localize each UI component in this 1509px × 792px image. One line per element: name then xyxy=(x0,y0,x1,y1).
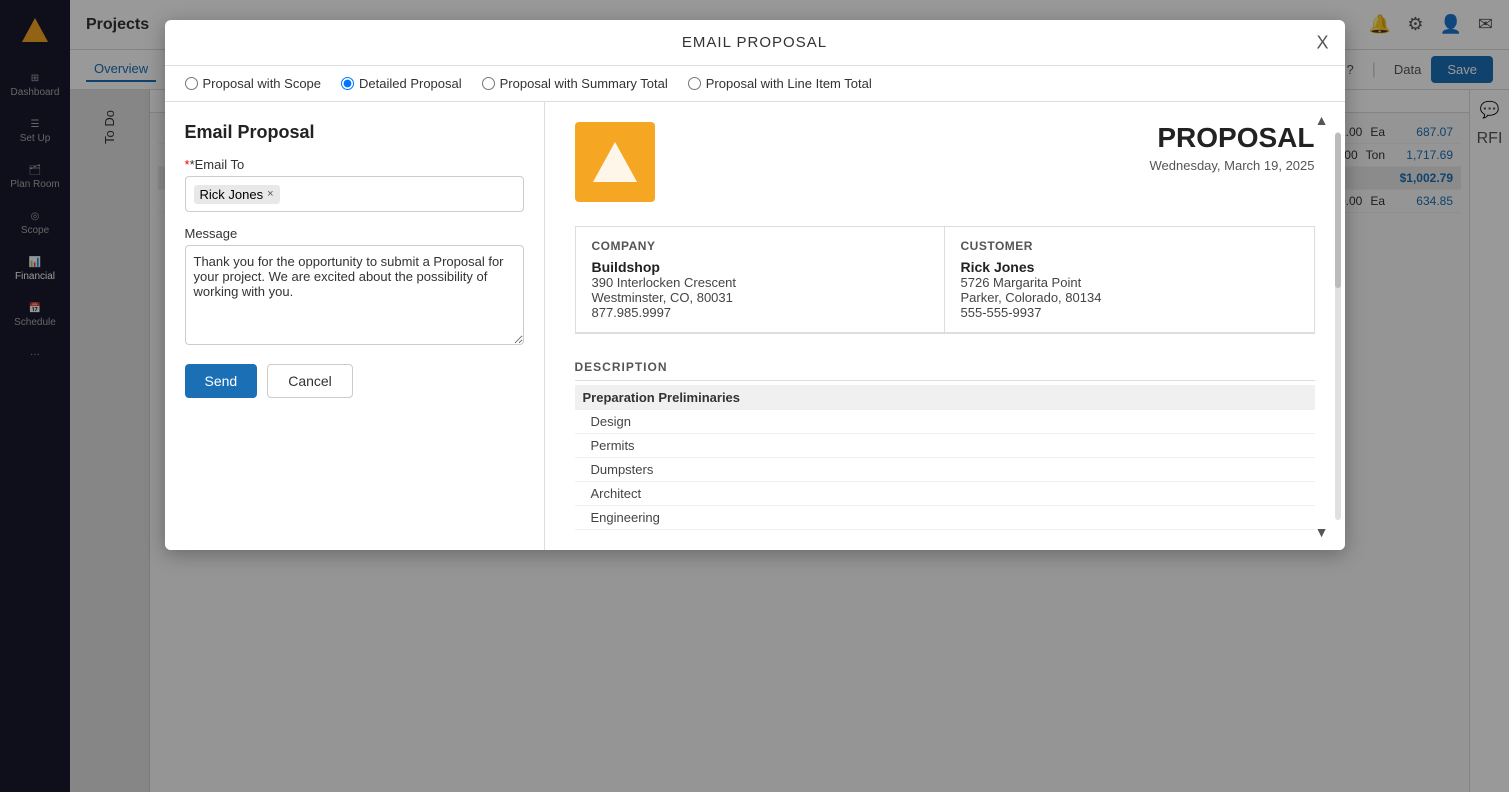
desc-item-design: Design xyxy=(575,410,1315,434)
proposal-title-block: PROPOSAL Wednesday, March 19, 2025 xyxy=(1149,122,1314,173)
email-tag: Rick Jones × xyxy=(194,185,280,204)
proposal-date: Wednesday, March 19, 2025 xyxy=(1149,158,1314,173)
radio-summary-total[interactable]: Proposal with Summary Total xyxy=(482,76,668,91)
desc-item-permits: Permits xyxy=(575,434,1315,458)
customer-label: CUSTOMER xyxy=(961,239,1298,253)
scrollbar-track xyxy=(1335,132,1341,520)
company-label: COMPANY xyxy=(592,239,928,253)
radio-label: Proposal with Line Item Total xyxy=(706,76,872,91)
customer-addr1: 5726 Margarita Point xyxy=(961,275,1298,290)
company-addr1: 390 Interlocken Crescent xyxy=(592,275,928,290)
form-title: Email Proposal xyxy=(185,122,524,143)
company-logo xyxy=(575,122,655,202)
proposal-preview: ▲ ▼ PROPOSAL Wednesday, March 19, 20 xyxy=(545,102,1345,550)
radio-detailed-proposal[interactable]: Detailed Proposal xyxy=(341,76,462,91)
modal-header: EMAIL PROPOSAL X xyxy=(165,20,1345,66)
proposal-big-title: PROPOSAL xyxy=(1149,122,1314,154)
logo-svg xyxy=(590,137,640,187)
email-proposal-modal: EMAIL PROPOSAL X Proposal with Scope Det… xyxy=(165,20,1345,550)
customer-name: Rick Jones xyxy=(961,259,1298,275)
company-name: Buildshop xyxy=(592,259,928,275)
scroll-up-button[interactable]: ▲ xyxy=(1315,112,1329,128)
email-tag-remove[interactable]: × xyxy=(267,188,273,200)
radio-proposal-scope[interactable]: Proposal with Scope xyxy=(185,76,322,91)
customer-addr2: Parker, Colorado, 80134 xyxy=(961,290,1298,305)
company-addr2: Westminster, CO, 80031 xyxy=(592,290,928,305)
email-input[interactable]: Rick Jones × xyxy=(185,176,524,212)
radio-line-item-total[interactable]: Proposal with Line Item Total xyxy=(688,76,872,91)
email-tag-name: Rick Jones xyxy=(200,187,264,202)
email-to-field-wrap: **Email To Rick Jones × xyxy=(185,157,524,212)
radio-label: Detailed Proposal xyxy=(359,76,462,91)
scrollbar-thumb xyxy=(1335,133,1341,288)
scroll-down-button[interactable]: ▼ xyxy=(1315,524,1329,540)
email-to-label: **Email To xyxy=(185,157,524,172)
radio-label: Proposal with Summary Total xyxy=(500,76,668,91)
radio-label: Proposal with Scope xyxy=(203,76,322,91)
group-label: Preparation Preliminaries xyxy=(575,385,1315,410)
close-button[interactable]: X xyxy=(1316,32,1328,53)
company-phone: 877.985.9997 xyxy=(592,305,928,320)
message-textarea[interactable] xyxy=(185,245,524,345)
cancel-button[interactable]: Cancel xyxy=(267,364,353,398)
proposal-header: PROPOSAL Wednesday, March 19, 2025 xyxy=(575,122,1315,202)
form-buttons: Send Cancel xyxy=(185,364,524,398)
message-field-wrap: Message xyxy=(185,226,524,350)
modal-title: EMAIL PROPOSAL xyxy=(682,34,827,51)
modal-body: Email Proposal **Email To Rick Jones × M… xyxy=(165,102,1345,550)
desc-item-dumpsters: Dumpsters xyxy=(575,458,1315,482)
company-cell: COMPANY Buildshop 390 Interlocken Cresce… xyxy=(576,227,945,333)
description-section: DESCRIPTION Preparation Preliminaries De… xyxy=(575,354,1315,530)
send-button[interactable]: Send xyxy=(185,364,258,398)
email-proposal-form: Email Proposal **Email To Rick Jones × M… xyxy=(165,102,545,550)
modal-radio-bar: Proposal with Scope Detailed Proposal Pr… xyxy=(165,66,1345,102)
customer-phone: 555-555-9937 xyxy=(961,305,1298,320)
modal-overlay: EMAIL PROPOSAL X Proposal with Scope Det… xyxy=(0,0,1509,792)
desc-item-architect: Architect xyxy=(575,482,1315,506)
proposal-info-grid: COMPANY Buildshop 390 Interlocken Cresce… xyxy=(575,226,1315,334)
desc-item-engineering: Engineering xyxy=(575,506,1315,530)
message-label: Message xyxy=(185,226,524,241)
description-header: DESCRIPTION xyxy=(575,354,1315,381)
customer-cell: CUSTOMER Rick Jones 5726 Margarita Point… xyxy=(945,227,1314,333)
